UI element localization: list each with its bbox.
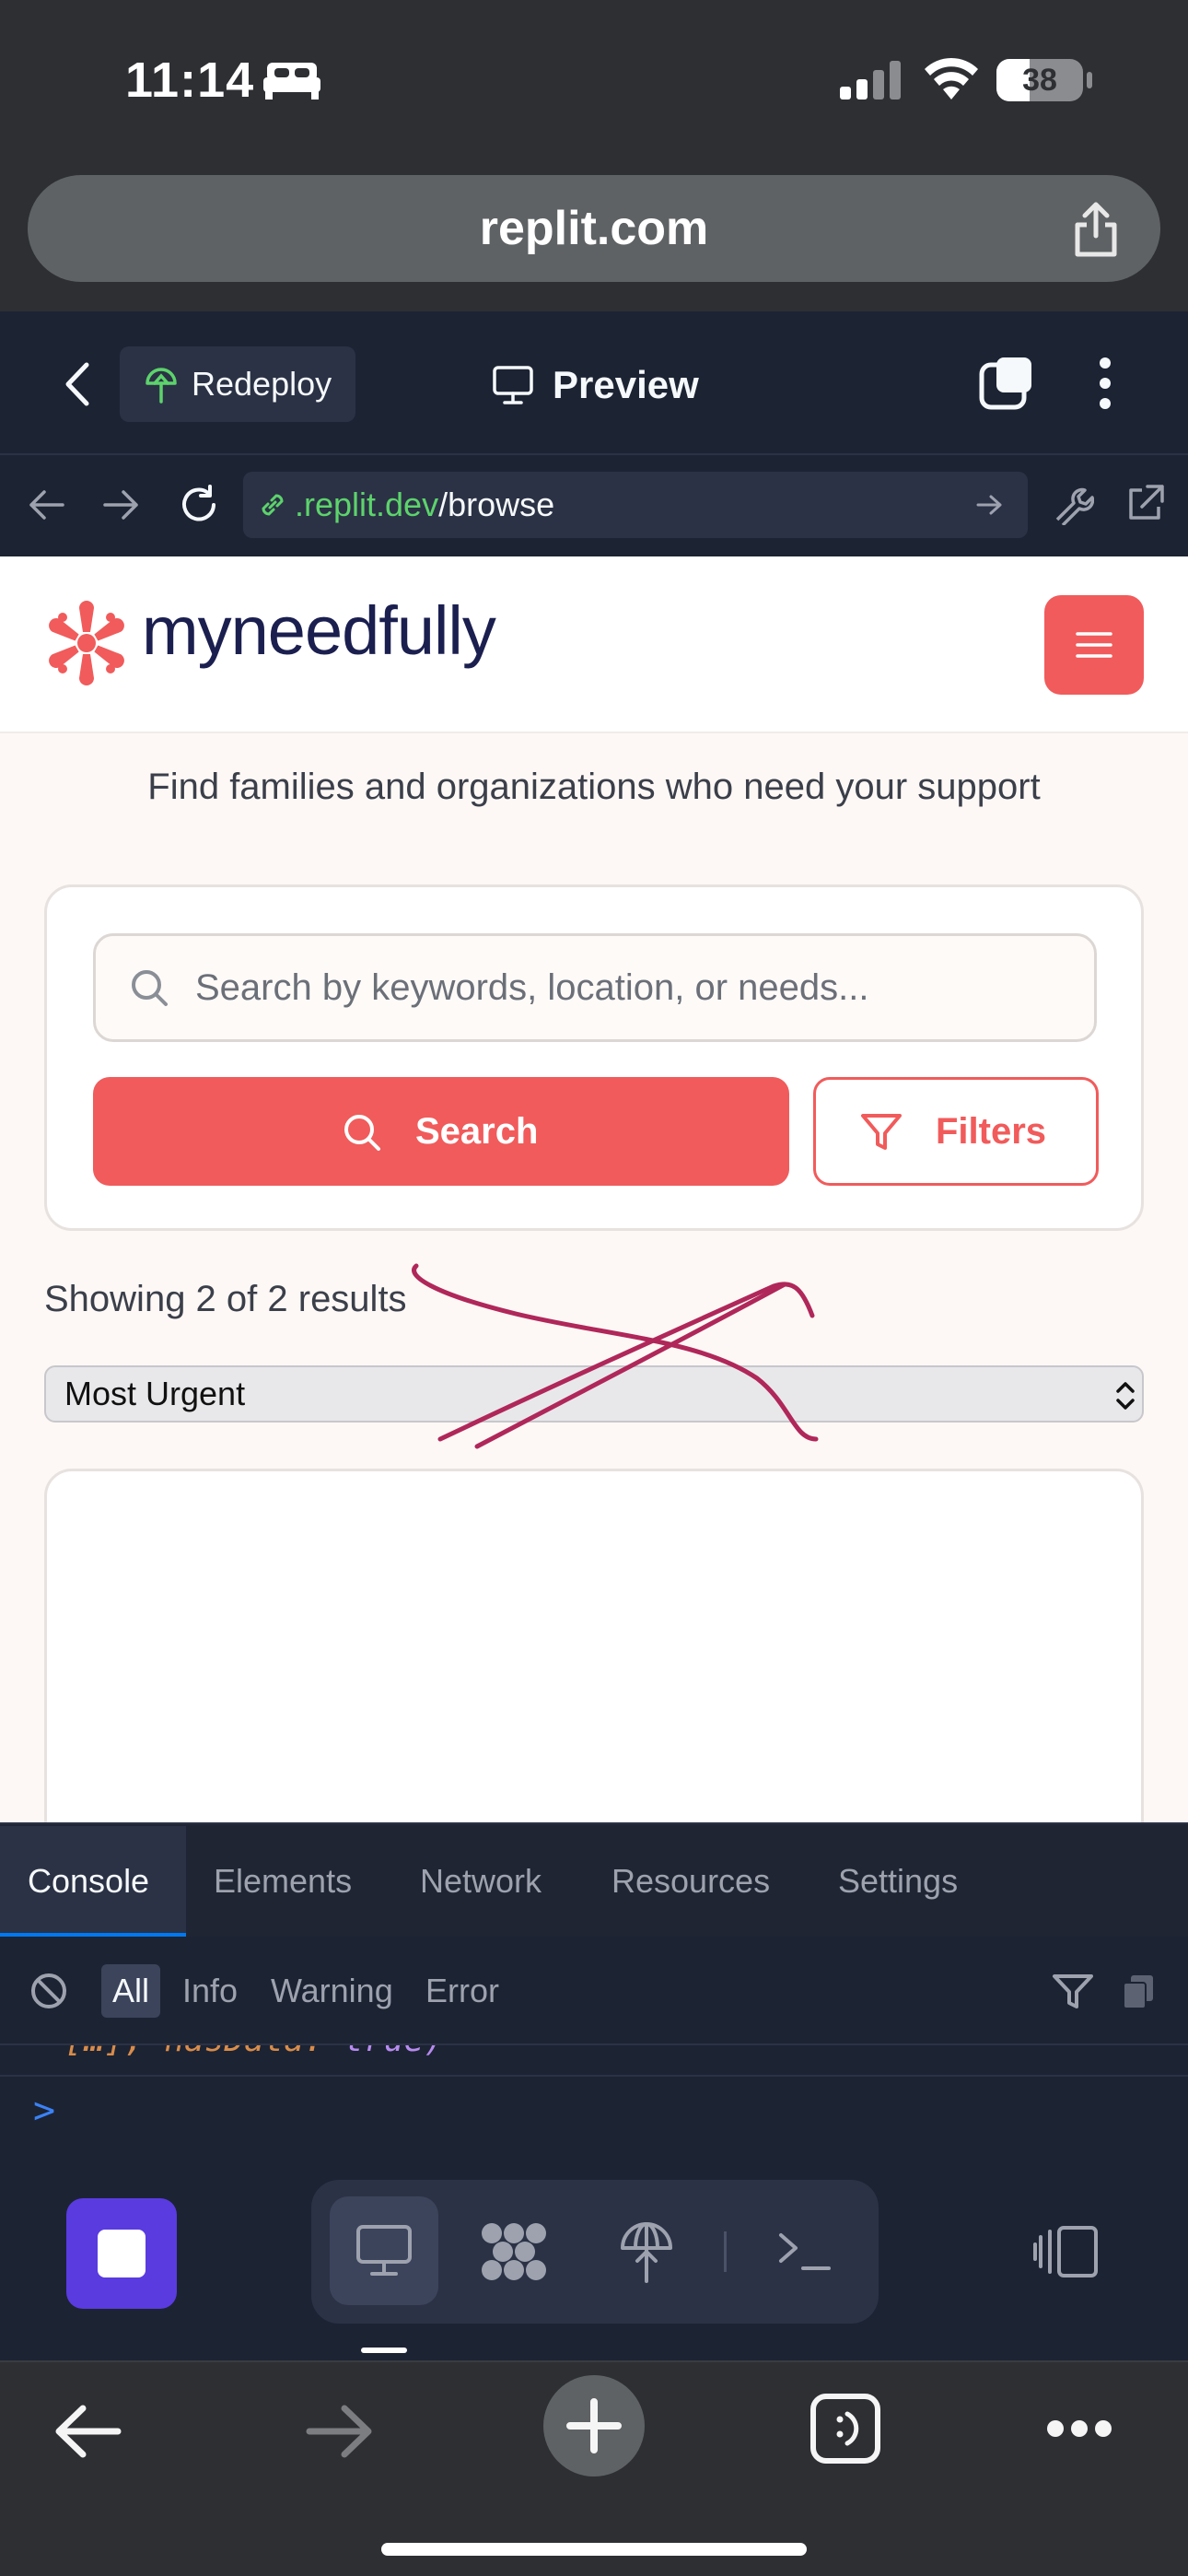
tool-switcher [311,2180,879,2324]
more-vertical-icon[interactable] [1096,356,1114,411]
console-filter-row: All Info Warning Error [0,1937,1188,2045]
more-horizontal-icon[interactable] [1046,2418,1112,2440]
tool-indicator [361,2348,407,2353]
safari-forward-icon[interactable] [306,2403,374,2460]
clear-console-icon[interactable] [29,1972,68,2010]
battery-icon: 38 [996,59,1083,101]
tab-console[interactable]: Console [28,1824,149,1938]
nav-back-icon[interactable] [26,486,66,523]
console-prompt[interactable]: > [33,2090,70,2132]
bed-icon [263,63,320,100]
tab-elements[interactable]: Elements [214,1824,352,1938]
monitor-icon [493,366,533,404]
shell-icon[interactable] [777,2230,833,2272]
agent-icon[interactable] [479,2220,549,2283]
devtools-tabs: Console Elements Network Resources Setti… [0,1822,1188,1937]
address-text: replit.com [479,202,709,255]
preview-monitor-icon[interactable] [355,2224,413,2277]
nav-forward-icon[interactable] [101,486,142,523]
link-icon [262,494,284,516]
copy-icon[interactable] [1122,1973,1155,2010]
split-layout-icon[interactable] [1031,2224,1100,2279]
log-value: true) [344,2045,443,2059]
console-log-row: […], hasData: true) [0,2045,1188,2077]
open-external-icon[interactable] [1124,483,1166,525]
reload-icon[interactable] [177,483,221,527]
stop-button[interactable] [66,2198,177,2309]
redeploy-button[interactable]: Redeploy [120,346,355,422]
tabs-overview-icon[interactable] [809,2392,882,2465]
handwritten-annotation [412,1263,819,1449]
browser-address-bar[interactable]: replit.com [28,175,1160,282]
level-warning[interactable]: Warning [271,1937,393,2045]
battery-percent: 38 [1022,63,1057,98]
deploy-icon[interactable] [619,2220,674,2285]
preview-url-field[interactable]: .replit.dev/browse [243,472,1028,538]
level-error[interactable]: Error [425,1937,499,2045]
level-info[interactable]: Info [182,1937,238,2045]
tab-resources[interactable]: Resources [611,1824,770,1938]
devtools-panel: Console Elements Network Resources Setti… [0,1822,1188,2143]
tab-settings[interactable]: Settings [838,1824,958,1938]
url-path: /browse [438,486,555,523]
site-preview: myneedfully Find families and organizati… [0,556,1188,1822]
tool-divider [724,2231,727,2272]
log-key: […], hasData: [64,2045,344,2059]
go-arrow-icon[interactable] [974,492,1006,518]
cellular-signal-icon [840,61,901,100]
redeploy-label: Redeploy [192,365,332,403]
new-tab-button[interactable] [543,2375,645,2476]
filter-funnel-icon[interactable] [1052,1973,1094,2010]
level-all[interactable]: All [112,1937,149,2045]
tab-network[interactable]: Network [420,1824,542,1938]
preview-title: Preview [553,363,699,406]
wrench-icon[interactable] [1052,483,1094,525]
preview-url: .replit.dev/browse [295,472,554,538]
home-indicator [381,2543,807,2556]
status-bar: 11:14 38 [0,0,1188,166]
share-icon[interactable] [1070,201,1122,258]
back-chevron-icon[interactable] [61,361,94,407]
status-time: 11:14 [125,53,255,108]
replit-toolbar [0,2143,1188,2360]
console-log-text: […], hasData: true) [64,2045,444,2059]
tabs-icon[interactable] [978,354,1035,411]
stop-icon [98,2230,146,2277]
url-host: .replit.dev [295,486,439,523]
plus-icon [566,2398,622,2453]
safari-back-icon[interactable] [53,2403,122,2460]
battery-cap [1087,72,1092,88]
deploy-icon [146,368,177,404]
safari-toolbar [0,2360,1188,2576]
wifi-icon [925,57,978,100]
